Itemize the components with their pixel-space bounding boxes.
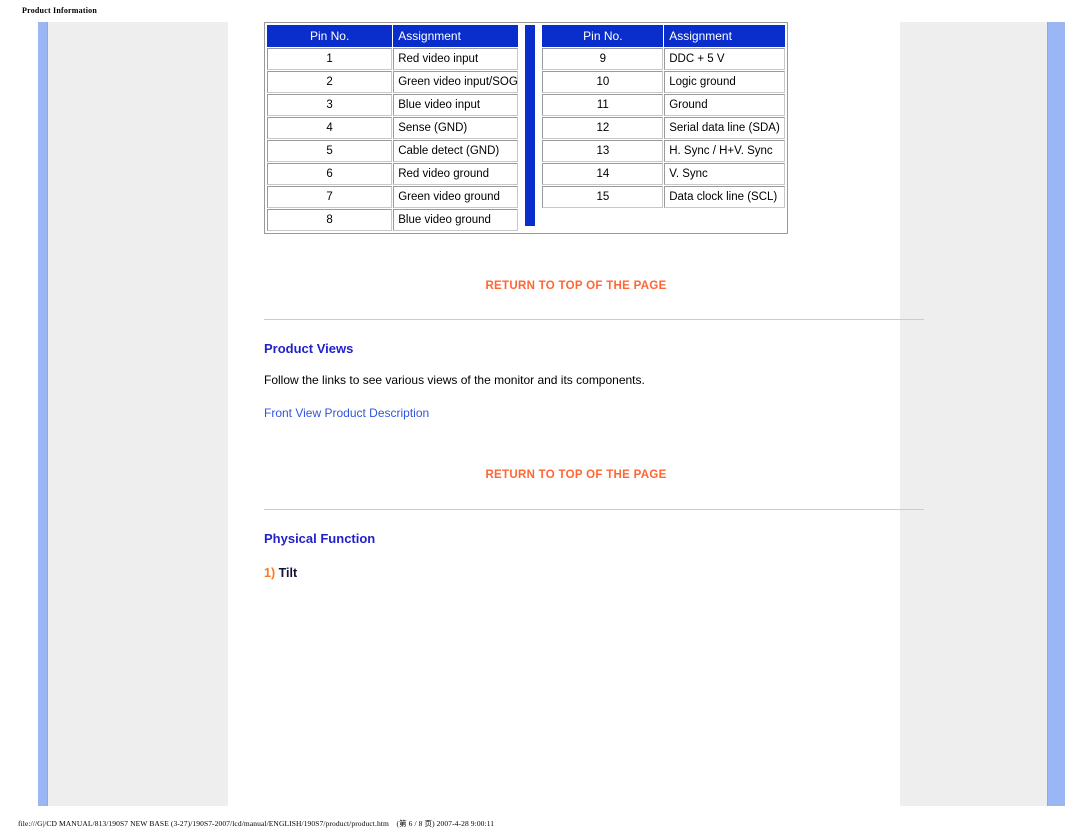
table-row: 10 Logic ground: [542, 71, 785, 93]
cell-pin-no: 13: [542, 140, 664, 162]
table-row: 4 Sense (GND): [267, 117, 519, 139]
cell-empty: [542, 209, 664, 231]
cell-pin-no: 9: [542, 48, 664, 70]
return-to-top-link-2[interactable]: RETURN TO TOP OF THE PAGE: [264, 469, 888, 481]
cell-pin-no: 11: [542, 94, 664, 116]
cell-assignment: H. Sync / H+V. Sync: [664, 140, 785, 162]
cell-assignment: Sense (GND): [393, 117, 519, 139]
column-header-pin-no: Pin No.: [542, 25, 664, 47]
cell-pin-no: 7: [267, 186, 393, 208]
cell-assignment: Red video ground: [393, 163, 519, 185]
cell-empty: [664, 209, 785, 231]
return-to-top-link-1[interactable]: RETURN TO TOP OF THE PAGE: [264, 280, 888, 292]
cell-assignment: Serial data line (SDA): [664, 117, 785, 139]
cell-assignment: Red video input: [393, 48, 519, 70]
left-accent-bar: [38, 22, 48, 806]
section-divider-2: [264, 509, 924, 510]
cell-pin-no: 3: [267, 94, 393, 116]
column-header-assignment: Assignment: [664, 25, 785, 47]
cell-pin-no: 2: [267, 71, 393, 93]
cell-assignment: Green video ground: [393, 186, 519, 208]
table-row: 3 Blue video input: [267, 94, 519, 116]
cell-pin-no: 6: [267, 163, 393, 185]
column-header-assignment: Assignment: [393, 25, 519, 47]
cell-pin-no: 14: [542, 163, 664, 185]
tables-divider: [525, 25, 536, 226]
table-row: 5 Cable detect (GND): [267, 140, 519, 162]
cell-assignment: Blue video input: [393, 94, 519, 116]
cell-assignment: Data clock line (SCL): [664, 186, 785, 208]
page-frame: Pin No. Assignment 1 Red video input 2 G…: [38, 22, 1065, 806]
cell-pin-no: 4: [267, 117, 393, 139]
right-sidebar-panel: [900, 22, 1047, 806]
cell-assignment: Ground: [664, 94, 785, 116]
table-row: 1 Red video input: [267, 48, 519, 70]
table-row: 11 Ground: [542, 94, 785, 116]
product-views-description: Follow the links to see various views of…: [264, 373, 645, 387]
table-header-row: Pin No. Assignment: [267, 25, 519, 47]
table-row: 12 Serial data line (SDA): [542, 117, 785, 139]
table-row: 14 V. Sync: [542, 163, 785, 185]
cell-pin-no: 8: [267, 209, 393, 231]
pin-assignment-tables: Pin No. Assignment 1 Red video input 2 G…: [264, 22, 788, 234]
pin-table-right: Pin No. Assignment 9 DDC + 5 V 10 Logic …: [541, 24, 786, 232]
front-view-product-description-link[interactable]: Front View Product Description: [264, 406, 429, 420]
cell-assignment: Green video input/SOG: [393, 71, 519, 93]
table-header-row: Pin No. Assignment: [542, 25, 785, 47]
table-row: 6 Red video ground: [267, 163, 519, 185]
section-divider-1: [264, 319, 924, 320]
cell-assignment: Blue video ground: [393, 209, 519, 231]
page-header-title: Product Information: [22, 6, 97, 15]
table-row: 9 DDC + 5 V: [542, 48, 785, 70]
item-number: 1): [264, 566, 276, 580]
cell-pin-no: 1: [267, 48, 393, 70]
table-row: 7 Green video ground: [267, 186, 519, 208]
left-sidebar-panel: [48, 22, 228, 806]
table-row-spacer: [542, 209, 785, 231]
physical-function-item-tilt: 1) Tilt: [264, 566, 888, 580]
main-content-column: Pin No. Assignment 1 Red video input 2 G…: [228, 22, 924, 806]
cell-pin-no: 5: [267, 140, 393, 162]
table-row: 13 H. Sync / H+V. Sync: [542, 140, 785, 162]
cell-pin-no: 10: [542, 71, 664, 93]
item-label: Tilt: [278, 566, 298, 580]
cell-assignment: V. Sync: [664, 163, 785, 185]
cell-assignment: Cable detect (GND): [393, 140, 519, 162]
table-row: 15 Data clock line (SCL): [542, 186, 785, 208]
product-views-heading: Product Views: [264, 341, 354, 356]
cell-pin-no: 12: [542, 117, 664, 139]
column-header-pin-no: Pin No.: [267, 25, 393, 47]
cell-assignment: Logic ground: [664, 71, 785, 93]
table-row: 8 Blue video ground: [267, 209, 519, 231]
cell-assignment: DDC + 5 V: [664, 48, 785, 70]
physical-function-heading: Physical Function: [264, 531, 376, 546]
table-row: 2 Green video input/SOG: [267, 71, 519, 93]
footer-file-path: file:///G|/CD MANUAL/813/190S7 NEW BASE …: [18, 819, 495, 828]
right-accent-bar: [1047, 22, 1065, 806]
cell-pin-no: 15: [542, 186, 664, 208]
pin-table-left: Pin No. Assignment 1 Red video input 2 G…: [266, 24, 519, 232]
